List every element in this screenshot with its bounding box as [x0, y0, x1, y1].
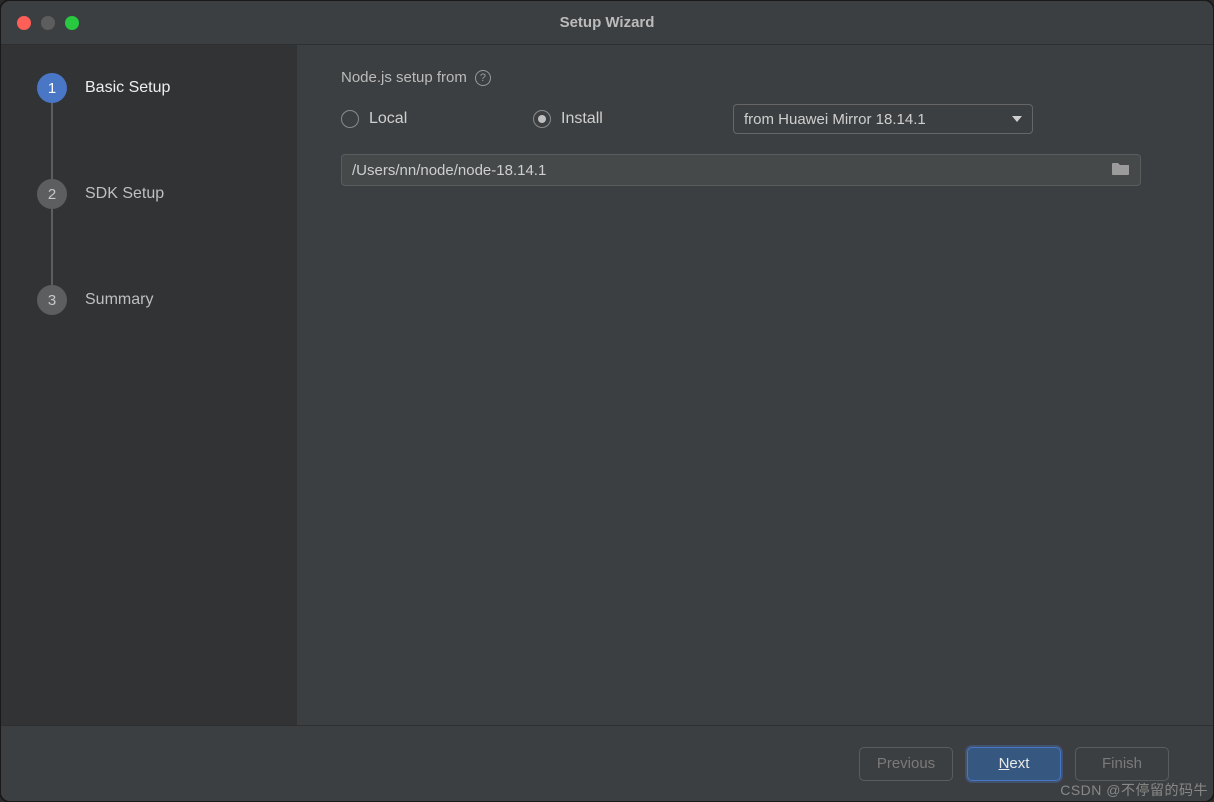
node-path-input[interactable]: /Users/nn/node/node-18.14.1	[341, 154, 1141, 186]
step-label: Basic Setup	[85, 79, 170, 97]
help-icon[interactable]: ?	[475, 70, 491, 86]
section-label: Node.js setup from ?	[341, 69, 1169, 86]
step-number-icon: 1	[37, 73, 67, 103]
chevron-down-icon	[1012, 116, 1022, 122]
wizard-body: 1 Basic Setup 2 SDK Setup 3 Summary Node…	[1, 45, 1213, 725]
button-label: Next	[999, 755, 1030, 772]
step-connector	[51, 103, 53, 179]
radio-local[interactable]: Local	[341, 110, 533, 128]
setup-wizard-window: Setup Wizard 1 Basic Setup 2 SDK Setup 3…	[0, 0, 1214, 802]
wizard-steps: 1 Basic Setup 2 SDK Setup 3 Summary	[37, 73, 297, 315]
mirror-select[interactable]: from Huawei Mirror 18.14.1	[733, 104, 1033, 134]
folder-icon[interactable]	[1112, 161, 1130, 179]
section-label-text: Node.js setup from	[341, 69, 467, 86]
wizard-sidebar: 1 Basic Setup 2 SDK Setup 3 Summary	[1, 45, 297, 725]
radio-install[interactable]: Install	[533, 110, 733, 128]
step-label: Summary	[85, 291, 153, 309]
window-title: Setup Wizard	[1, 14, 1213, 31]
step-number-icon: 3	[37, 285, 67, 315]
step-number-icon: 2	[37, 179, 67, 209]
wizard-footer: Previous Next Finish	[1, 725, 1213, 801]
step-basic-setup[interactable]: 1 Basic Setup	[37, 73, 297, 103]
radio-icon	[533, 110, 551, 128]
next-button[interactable]: Next	[967, 747, 1061, 781]
wizard-main: Node.js setup from ? Local Install from …	[297, 45, 1213, 725]
minimize-icon[interactable]	[41, 16, 55, 30]
close-icon[interactable]	[17, 16, 31, 30]
titlebar: Setup Wizard	[1, 1, 1213, 45]
maximize-icon[interactable]	[65, 16, 79, 30]
button-label: Finish	[1102, 755, 1142, 772]
button-label: Previous	[877, 755, 935, 772]
finish-button[interactable]: Finish	[1075, 747, 1169, 781]
step-sdk-setup[interactable]: 2 SDK Setup	[37, 179, 297, 209]
radio-icon	[341, 110, 359, 128]
step-connector	[51, 209, 53, 285]
node-source-radio-row: Local Install from Huawei Mirror 18.14.1	[341, 104, 1169, 134]
radio-label: Install	[561, 110, 603, 128]
step-summary[interactable]: 3 Summary	[37, 285, 297, 315]
window-controls	[17, 16, 79, 30]
select-value: from Huawei Mirror 18.14.1	[744, 111, 926, 128]
path-value: /Users/nn/node/node-18.14.1	[352, 162, 546, 179]
previous-button[interactable]: Previous	[859, 747, 953, 781]
radio-label: Local	[369, 110, 407, 128]
step-label: SDK Setup	[85, 185, 164, 203]
